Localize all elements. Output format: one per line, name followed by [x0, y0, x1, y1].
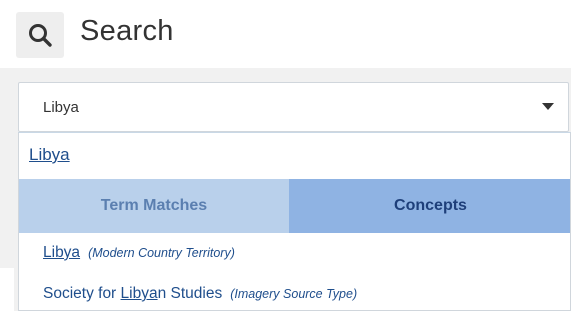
search-icon	[29, 24, 52, 47]
result-item[interactable]: Society for Libyan Studies (Imagery Sourc…	[43, 285, 357, 303]
result-match: Libya	[43, 244, 81, 261]
result-type: (Imagery Source Type)	[230, 287, 358, 301]
page-title: Search	[80, 15, 174, 47]
term-select[interactable]: Libya	[18, 82, 569, 132]
result-item[interactable]: Libya (Modern Country Territory)	[43, 244, 235, 262]
tab-concepts[interactable]: Concepts	[289, 179, 570, 233]
panel-edge	[0, 268, 14, 311]
caret-down-icon[interactable]	[542, 103, 554, 110]
page-header: Search	[0, 0, 571, 68]
typed-suggestion[interactable]: Libya	[29, 145, 70, 165]
search-button[interactable]	[16, 12, 64, 58]
result-tabs: Term Matches Concepts	[19, 179, 570, 233]
result-suffix: n Studies	[157, 285, 223, 302]
result-type: (Modern Country Territory)	[88, 246, 235, 260]
autocomplete-dropdown: Libya Term Matches Concepts Libya (Modern…	[18, 132, 571, 311]
result-prefix: Society for	[43, 285, 121, 302]
result-match: Libya	[120, 285, 158, 302]
tab-term-matches[interactable]: Term Matches	[19, 179, 289, 233]
select-value: Libya	[43, 99, 79, 116]
